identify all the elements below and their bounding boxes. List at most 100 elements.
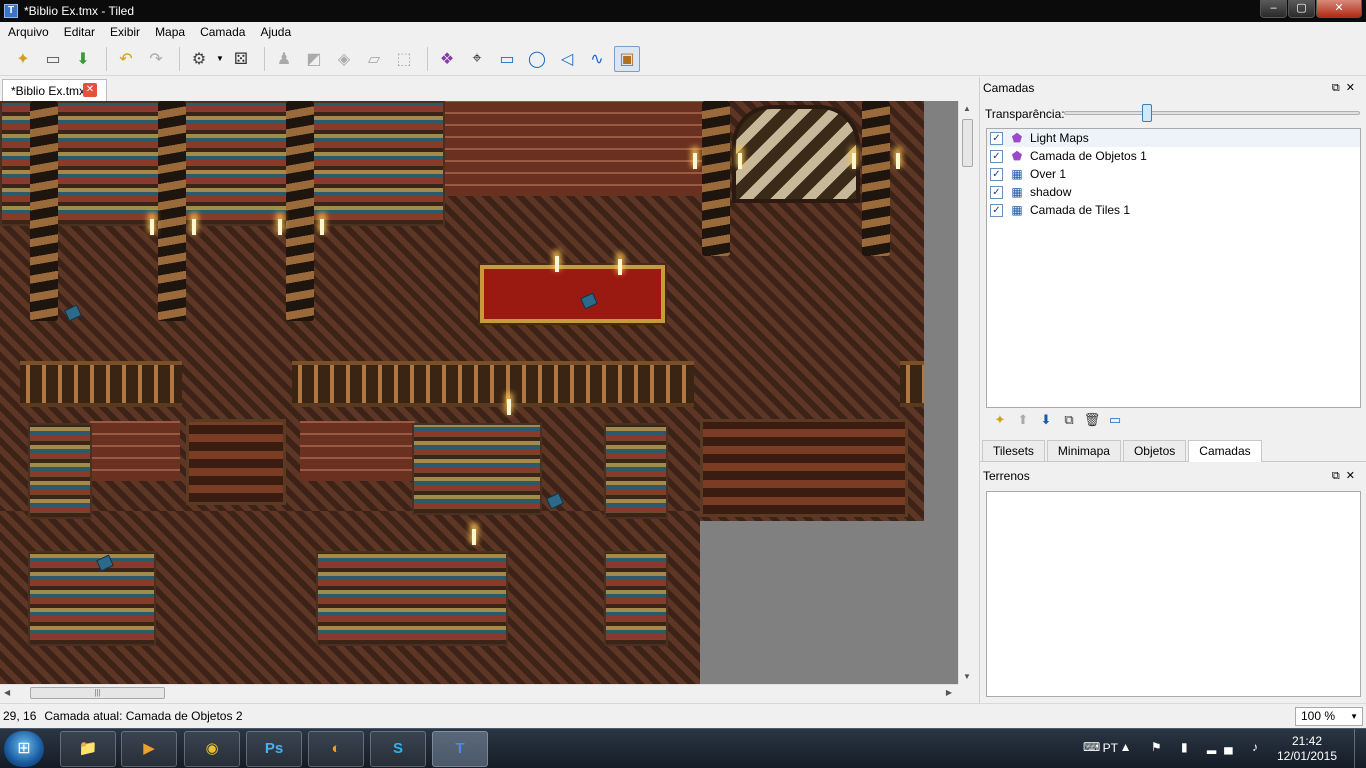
layer-row-camada-de-objetos-1[interactable]: ✓ ⬟ Camada de Objetos 1 — [987, 147, 1360, 165]
terrain-brush-icon[interactable]: ◩ — [301, 46, 327, 72]
undo-icon[interactable]: ↶ — [113, 46, 139, 72]
tab-minimapa[interactable]: Minimapa — [1046, 440, 1121, 461]
opacity-slider[interactable] — [1064, 104, 1360, 122]
close-window-button[interactable]: ✕ — [1316, 0, 1362, 18]
pillar — [158, 101, 186, 321]
bookshelf — [604, 551, 668, 646]
layer-row-over-1[interactable]: ✓ ▦ Over 1 — [987, 165, 1360, 183]
tab-camadas[interactable]: Camadas — [1188, 440, 1262, 462]
menu-bar: Arquivo Editar Exibir Mapa Camada Ajuda — [0, 22, 1366, 42]
zoom-select[interactable]: 100 % ▼ — [1295, 707, 1363, 726]
skype-taskbar-icon[interactable]: S — [370, 731, 426, 767]
layer-row-light-maps[interactable]: ✓ ⬟ Light Maps — [987, 129, 1360, 147]
insert-polygon-icon[interactable]: ◁ — [554, 46, 580, 72]
horizontal-scroll-thumb[interactable]: ||| — [30, 687, 165, 699]
candle — [278, 219, 282, 235]
vertical-scroll-thumb[interactable] — [962, 119, 973, 167]
opacity-label: Transparência: — [985, 107, 1065, 121]
raise-layer-icon[interactable]: ⬆ — [1013, 412, 1033, 430]
lower-layer-icon[interactable]: ⬇ — [1036, 412, 1056, 430]
map-canvas[interactable] — [0, 101, 958, 684]
brick-wall-top — [444, 101, 729, 196]
rectangle-select-icon[interactable]: ⬚ — [391, 46, 417, 72]
tiled-taskbar-icon[interactable]: T — [432, 731, 488, 767]
toggle-other-layers-icon[interactable]: ▭ — [1105, 412, 1125, 430]
visibility-checkbox[interactable]: ✓ — [990, 203, 1003, 217]
terrain-panel-header: Terrenos ⧉✕ — [980, 466, 1366, 486]
candle — [896, 153, 900, 169]
pillar — [862, 101, 890, 256]
layer-name: Camada de Objetos 1 — [1030, 149, 1147, 163]
new-layer-icon[interactable]: ✦ — [990, 412, 1010, 430]
commands-icon[interactable]: ⚙ — [186, 46, 212, 72]
insert-rectangle-icon[interactable]: ▭ — [494, 46, 520, 72]
toolbar-separator — [179, 46, 180, 71]
tray-icons[interactable]: ⌨ ▲ ⚑ ▮ ▂▄ ♪ — [1083, 740, 1266, 754]
menu-editar[interactable]: Editar — [56, 25, 102, 39]
random-dice-icon[interactable]: ⚄ — [228, 46, 254, 72]
insert-polyline-icon[interactable]: ∿ — [584, 46, 610, 72]
clock[interactable]: 21:42 12/01/2015 — [1272, 734, 1342, 764]
horizontal-scrollbar[interactable]: ◀ ||| ▶ — [0, 684, 958, 701]
redo-icon[interactable]: ↷ — [143, 46, 169, 72]
menu-arquivo[interactable]: Arquivo — [0, 25, 56, 39]
tab-objetos[interactable]: Objetos — [1122, 440, 1187, 461]
maximize-button[interactable]: ▢ — [1288, 0, 1315, 18]
bucket-fill-icon[interactable]: ◈ — [331, 46, 357, 72]
tab-tilesets[interactable]: Tilesets — [982, 440, 1045, 461]
open-file-icon[interactable]: ▭ — [40, 46, 66, 72]
scroll-right-icon[interactable]: ▶ — [946, 688, 952, 697]
minimize-button[interactable]: – — [1260, 0, 1287, 18]
save-file-icon[interactable]: ⬇ — [70, 46, 96, 72]
menu-exibir[interactable]: Exibir — [102, 25, 147, 39]
candle — [320, 219, 324, 235]
candle — [192, 219, 196, 235]
panel-float-close-icons[interactable]: ⧉✕ — [1332, 78, 1361, 98]
insert-ellipse-icon[interactable]: ◯ — [524, 46, 550, 72]
insert-tile-icon[interactable]: ▣ — [614, 45, 640, 72]
select-objects-icon[interactable]: ⌖ — [464, 46, 490, 72]
show-desktop-button[interactable] — [1354, 729, 1366, 768]
chrome-taskbar-icon[interactable]: ◉ — [184, 731, 240, 767]
visibility-checkbox[interactable]: ✓ — [990, 131, 1003, 145]
opacity-slider-handle[interactable] — [1142, 104, 1152, 122]
duplicate-layer-icon[interactable]: ⧉ — [1059, 412, 1079, 430]
explorer-taskbar-icon[interactable]: 📁 — [60, 731, 116, 767]
candle — [738, 153, 742, 169]
chevron-down-icon[interactable]: ▼ — [216, 54, 224, 63]
menu-ajuda[interactable]: Ajuda — [252, 25, 298, 39]
menu-camada[interactable]: Camada — [192, 25, 252, 39]
scroll-left-icon[interactable]: ◀ — [4, 688, 10, 697]
dock-tab-bar: Tilesets Minimapa Objetos Camadas — [980, 440, 1366, 462]
layer-row-shadow[interactable]: ✓ ▦ shadow — [987, 183, 1360, 201]
layer-name: Light Maps — [1030, 131, 1089, 145]
stamp-brush-icon[interactable]: ♟ — [271, 46, 297, 72]
cursor-coordinates: 29, 16 — [3, 709, 37, 723]
vertical-scrollbar[interactable]: ▲ ▼ — [958, 101, 975, 684]
visibility-checkbox[interactable]: ✓ — [990, 149, 1003, 163]
visibility-checkbox[interactable]: ✓ — [990, 167, 1003, 181]
layer-row-camada-de-tiles-1[interactable]: ✓ ▦ Camada de Tiles 1 — [987, 201, 1360, 219]
new-file-icon[interactable]: ✦ — [10, 46, 36, 72]
scroll-up-icon[interactable]: ▲ — [963, 104, 971, 113]
layers-panel-header: Camadas ⧉✕ — [980, 78, 1366, 98]
close-tab-icon[interactable]: ✕ — [83, 83, 97, 97]
photoshop-taskbar-icon[interactable]: Ps — [246, 731, 302, 767]
candle — [472, 529, 476, 545]
media-player-taskbar-icon[interactable]: ▶ — [121, 731, 177, 767]
panel-float-close-icons[interactable]: ⧉✕ — [1332, 466, 1361, 486]
visibility-checkbox[interactable]: ✓ — [990, 185, 1003, 199]
document-tab-biblio[interactable]: *Biblio Ex.tmx ✕ — [2, 79, 107, 101]
scroll-down-icon[interactable]: ▼ — [963, 672, 971, 681]
eraser-icon[interactable]: ▱ — [361, 46, 387, 72]
menu-mapa[interactable]: Mapa — [147, 25, 192, 39]
clock-date: 12/01/2015 — [1276, 749, 1338, 763]
magic-wand-icon[interactable]: ❖ — [434, 46, 460, 72]
terrain-list[interactable] — [986, 491, 1361, 697]
balcony-railing — [900, 361, 924, 407]
start-button[interactable]: ⊞ — [4, 731, 44, 767]
brick-wall-lower — [300, 421, 415, 481]
toolbar-separator — [106, 46, 107, 71]
launcher-taskbar-icon[interactable]: ◐ — [308, 731, 364, 767]
delete-layer-icon[interactable]: 🗑 — [1082, 412, 1102, 430]
